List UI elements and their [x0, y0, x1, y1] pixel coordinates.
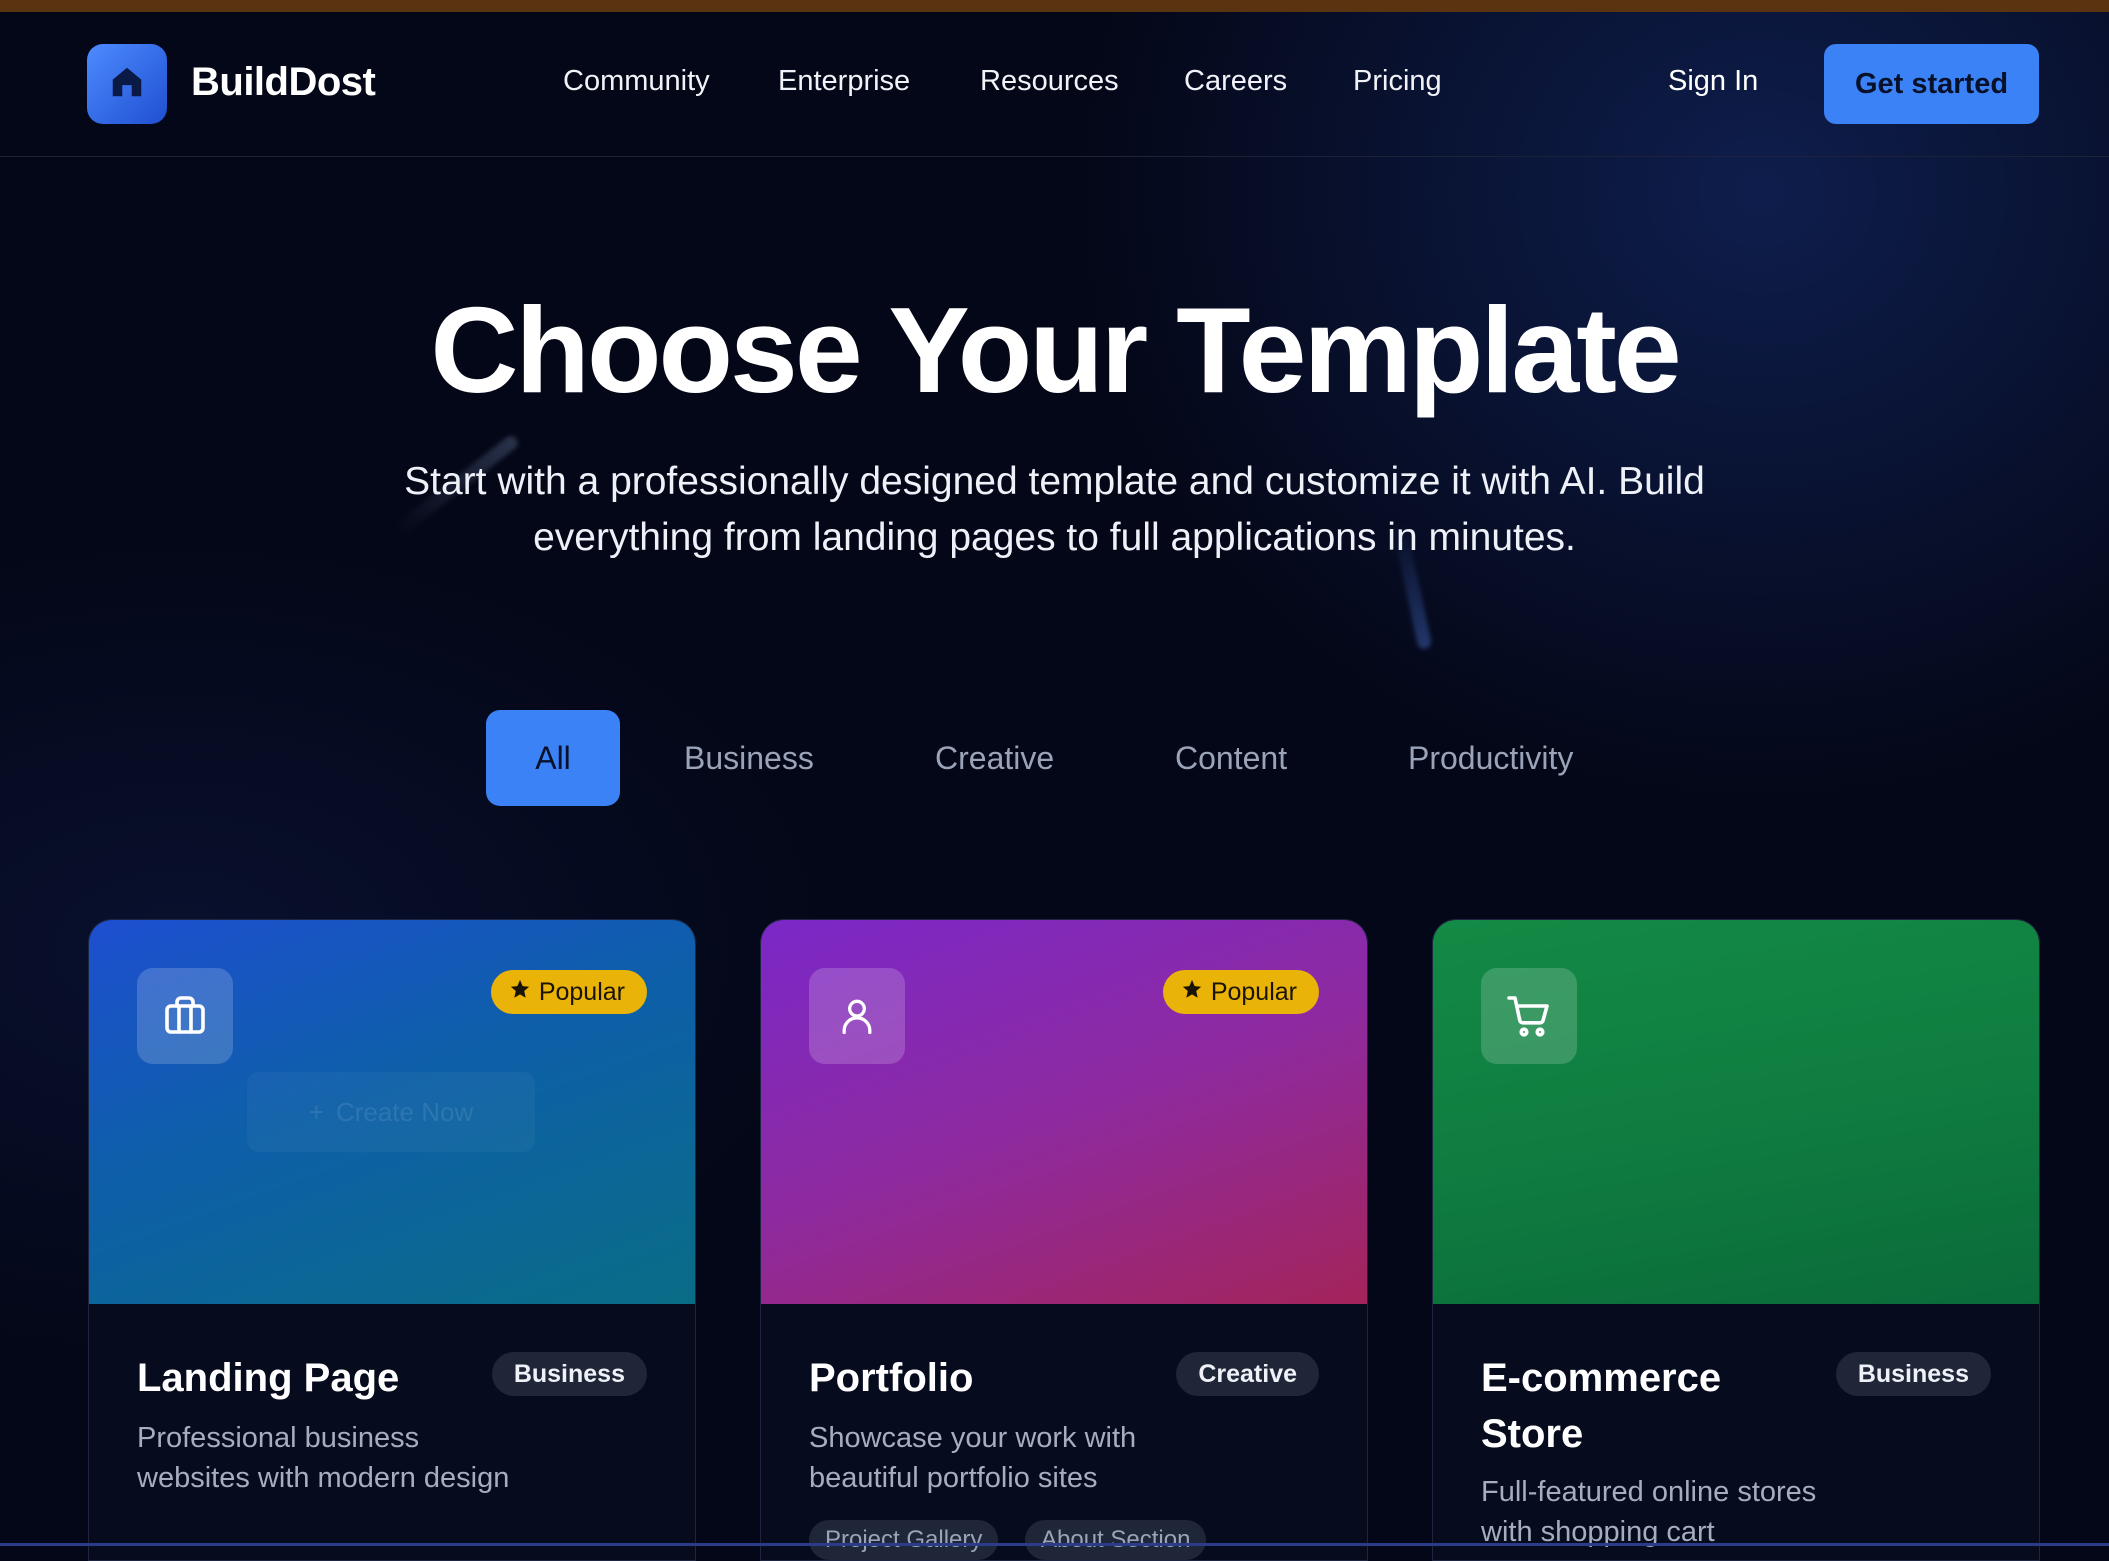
nav-community[interactable]: Community — [563, 65, 710, 98]
plus-icon: + — [308, 1096, 324, 1127]
card-description: Showcase your work with beautiful portfo… — [809, 1422, 1137, 1494]
logo[interactable] — [87, 44, 167, 124]
page-subtitle: Start with a professionally designed tem… — [300, 454, 1809, 566]
filter-tab-content[interactable]: Content — [1175, 710, 1287, 806]
category-badge: Business — [491, 1352, 647, 1396]
star-icon — [509, 978, 531, 1007]
nav-careers[interactable]: Careers — [1184, 65, 1287, 98]
feature-tag: Project Gallery — [809, 1520, 999, 1560]
home-icon — [108, 63, 146, 106]
brand-name[interactable]: BuildDost — [191, 60, 376, 105]
user-icon — [809, 968, 905, 1064]
card-description: Full-featured online stores with shoppin… — [1481, 1476, 1817, 1548]
top-accent-strip — [0, 0, 2109, 12]
template-card-ecommerce[interactable]: E-commerce Store Business Full-featured … — [1432, 919, 2040, 1561]
subtitle-line-2: everything from landing pages to full ap… — [533, 516, 1576, 559]
template-card-landing-page[interactable]: Popular + Create Now Landing Page Busine… — [88, 919, 696, 1561]
create-now-button[interactable]: + Create Now — [247, 1072, 535, 1152]
sign-in-link[interactable]: Sign In — [1668, 65, 1758, 98]
filter-tab-productivity[interactable]: Productivity — [1408, 710, 1573, 806]
card-description: Professional business websites with mode… — [137, 1422, 510, 1494]
category-badge: Business — [1835, 1352, 1991, 1396]
get-started-button[interactable]: Get started — [1824, 44, 2039, 124]
popular-label: Popular — [1210, 977, 1297, 1006]
nav-resources[interactable]: Resources — [980, 65, 1119, 98]
filter-tab-all[interactable]: All — [486, 710, 620, 806]
create-now-label: Create Now — [335, 1096, 474, 1127]
card-title: E-commerce Store — [1481, 1356, 1722, 1456]
page-title: Choose Your Template — [430, 282, 1681, 418]
template-card-portfolio[interactable]: Popular Portfolio Creative Showcase your… — [760, 919, 1368, 1561]
card-preview: Popular + Create Now — [89, 920, 695, 1304]
site-header: BuildDost Community Enterprise Resources… — [0, 12, 2109, 157]
feature-tag: About Section — [1025, 1520, 1207, 1560]
shopping-cart-icon — [1481, 968, 1577, 1064]
popular-badge: Popular — [490, 970, 647, 1014]
subtitle-line-1: Start with a professionally designed tem… — [404, 460, 1705, 503]
nav-enterprise[interactable]: Enterprise — [778, 65, 910, 98]
popular-label: Popular — [538, 977, 625, 1006]
card-preview: Popular — [761, 920, 1367, 1304]
card-preview — [1433, 920, 2039, 1304]
filter-tab-creative[interactable]: Creative — [935, 710, 1054, 806]
popular-badge: Popular — [1162, 970, 1319, 1014]
star-icon — [1181, 978, 1203, 1007]
nav-pricing[interactable]: Pricing — [1353, 65, 1442, 98]
filter-tab-business[interactable]: Business — [684, 710, 814, 806]
briefcase-icon — [137, 968, 233, 1064]
card-title: Portfolio — [809, 1356, 974, 1400]
category-badge: Creative — [1176, 1352, 1319, 1396]
card-title: Landing Page — [137, 1356, 400, 1400]
